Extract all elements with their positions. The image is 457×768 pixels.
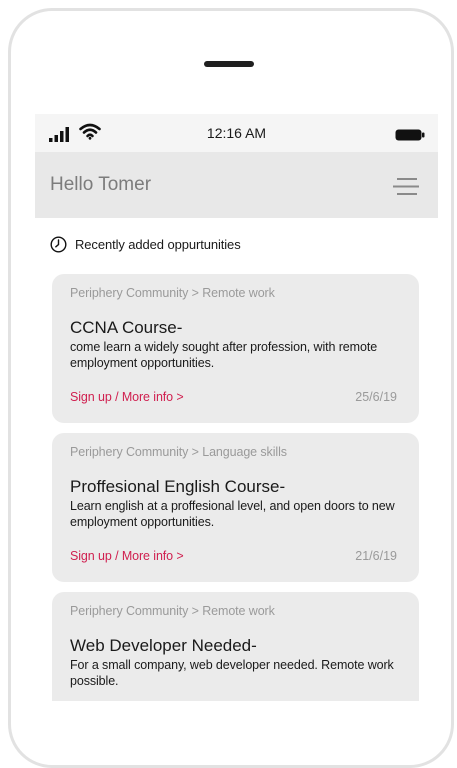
card-breadcrumb: Periphery Community > Language skills	[70, 445, 287, 459]
app-header: Hello Tomer	[35, 152, 438, 218]
card-title: Proffesional English Course-	[70, 477, 286, 496]
status-time: 12:16 AM	[206, 125, 267, 141]
card-description: Learn english at a proffesional level, a…	[70, 499, 395, 529]
opportunity-card[interactable]: Periphery Community > Remote work Web De…	[52, 592, 419, 701]
card-breadcrumb: Periphery Community > Remote work	[70, 286, 275, 300]
sign-up-link[interactable]: Sign up / More info >	[70, 390, 184, 404]
sign-up-link[interactable]: Sign up / More info >	[70, 549, 184, 563]
card-description: come learn a widely sought after profess…	[70, 340, 378, 370]
card-description: For a small company, web developer neede…	[70, 658, 394, 688]
opportunity-card[interactable]: Periphery Community > Remote work CCNA C…	[52, 274, 419, 423]
battery-icon	[395, 129, 425, 141]
card-date: 25/6/19	[355, 390, 397, 404]
app-screen: 12:16 AM Hello Tomer Recently added oppu…	[35, 114, 438, 701]
phone-speaker	[204, 61, 254, 67]
greeting-title: Hello Tomer	[50, 174, 152, 195]
card-date: 21/6/19	[355, 549, 397, 563]
status-bar: 12:16 AM	[35, 114, 438, 152]
hamburger-menu-icon[interactable]	[393, 177, 419, 196]
card-title: Web Developer Needed-	[70, 636, 257, 655]
opportunity-card[interactable]: Periphery Community > Language skills Pr…	[52, 433, 419, 582]
section-heading: Recently added oppurtunities	[50, 235, 241, 253]
clock-icon	[50, 235, 67, 253]
card-breadcrumb: Periphery Community > Remote work	[70, 604, 275, 618]
section-title: Recently added oppurtunities	[75, 236, 241, 252]
card-title: CCNA Course-	[70, 318, 183, 337]
